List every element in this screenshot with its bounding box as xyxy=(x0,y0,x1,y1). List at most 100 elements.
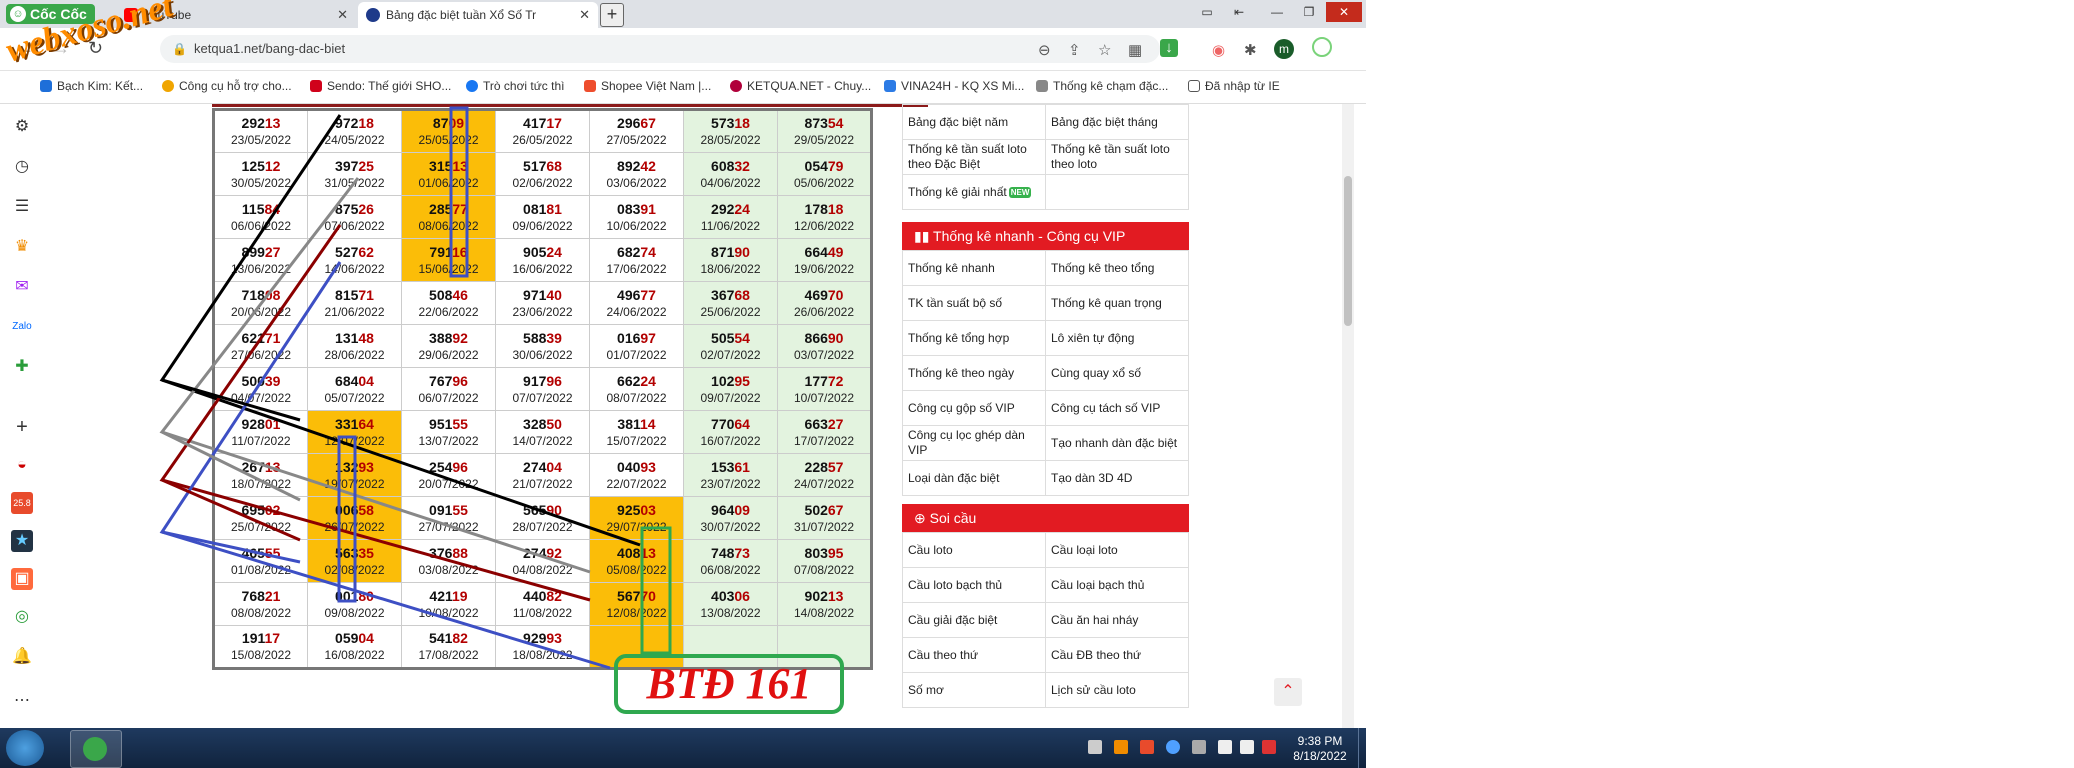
bookmark-item[interactable]: VINA24H - KQ XS Mi... xyxy=(884,79,1024,93)
close-tab-icon[interactable]: ✕ xyxy=(337,7,348,23)
tray-app-icon[interactable] xyxy=(1088,740,1102,754)
sidebar-link[interactable]: Số mơ xyxy=(902,672,1046,708)
show-desktop-button[interactable] xyxy=(1358,728,1366,768)
status-ring-icon[interactable] xyxy=(1312,37,1332,57)
maximize-button[interactable]: ❐ xyxy=(1294,2,1324,22)
prize-number: 87190 xyxy=(684,244,777,261)
bookmark-item[interactable]: Shopee Việt Nam |... xyxy=(584,79,711,93)
prize-tail: 55 xyxy=(452,415,468,432)
tray-app-icon[interactable] xyxy=(1262,740,1276,754)
sidebar-link[interactable]: Tạo dàn 3D 4D xyxy=(1045,460,1189,496)
taskbar-coccoc-app[interactable] xyxy=(70,730,122,768)
prize-head: 388 xyxy=(429,329,453,346)
page-scrollbar[interactable] xyxy=(1342,104,1354,728)
sidebar-link[interactable]: Thống kê theo ngày xyxy=(902,355,1046,391)
close-tab-icon[interactable]: ✕ xyxy=(579,7,590,23)
prize-head: 663 xyxy=(804,415,828,432)
tray-app-icon[interactable] xyxy=(1166,740,1180,754)
tab-bang-dac-biet[interactable]: Bảng đặc biệt tuần Xổ Số Tr ✕ xyxy=(358,2,598,28)
stats-link[interactable]: Bảng đặc biệt năm xyxy=(902,104,1046,140)
prize-date: 29/07/2022 xyxy=(606,519,667,534)
sidebar-link[interactable]: Cầu ăn hai nháy xyxy=(1045,602,1189,638)
chrome-icon[interactable]: ◉ xyxy=(1212,41,1225,59)
stats-link[interactable]: Bảng đặc biệt tháng xyxy=(1045,104,1189,140)
tray-app-icon[interactable] xyxy=(1192,740,1206,754)
sidebar-link[interactable]: Cầu theo thứ xyxy=(902,637,1046,673)
bookmark-folder[interactable]: Đã nhập từ IE xyxy=(1188,79,1280,93)
sidebar-link[interactable]: Thống kê nhanh xyxy=(902,250,1046,286)
sidebar-link[interactable]: TK tần suất bộ số xyxy=(902,285,1046,321)
sidebar-link[interactable]: Cầu loto xyxy=(902,532,1046,568)
history-icon[interactable]: ◷ xyxy=(11,156,33,178)
stats-link-first-prize[interactable]: Thống kê giải nhất NEW xyxy=(902,174,1046,210)
close-window-button[interactable]: ✕ xyxy=(1326,2,1362,22)
sidebar-link[interactable]: Công cụ lọc ghép dàn VIP xyxy=(902,425,1046,461)
add-icon[interactable]: + xyxy=(11,416,33,438)
game-app-icon[interactable]: ★ xyxy=(11,530,33,552)
game-controller-icon[interactable]: ✚ xyxy=(11,356,33,378)
sidebar-link[interactable]: Thống kê quan trọng xyxy=(1045,285,1189,321)
sidebar-link[interactable]: Công cụ tách số VIP xyxy=(1045,390,1189,426)
tray-app-icon[interactable] xyxy=(1114,740,1128,754)
url-field[interactable]: 🔒 ketqua1.net/bang-dac-biet xyxy=(160,35,1160,63)
bookmark-star-icon[interactable]: ☆ xyxy=(1098,41,1111,59)
shopping-badge-icon[interactable]: 25.8 xyxy=(11,492,33,514)
sidebar-link[interactable]: Lô xiên tự động xyxy=(1045,320,1189,356)
stats-link[interactable]: Thống kê tần suất loto theo Đặc Biệt xyxy=(902,139,1046,175)
volume-icon[interactable] xyxy=(1240,740,1254,754)
new-tab-button[interactable]: + xyxy=(600,3,624,27)
back-arrow-icon[interactable]: ⇤ xyxy=(1228,2,1250,22)
video-app-icon[interactable]: ▣ xyxy=(11,568,33,590)
bookmark-item[interactable]: Trò chơi tức thì xyxy=(466,79,564,93)
bookmark-item[interactable]: Bạch Kim: Kết... xyxy=(40,79,143,93)
coccoc-green-icon[interactable]: ◎ xyxy=(11,606,33,628)
sidebar-link[interactable]: Cầu loại bạch thủ xyxy=(1045,567,1189,603)
sidebar-link[interactable]: Tạo nhanh dàn đặc biệt xyxy=(1045,425,1189,461)
sidebar-link[interactable]: Công cụ gộp số VIP xyxy=(902,390,1046,426)
prize-date: 03/08/2022 xyxy=(418,562,479,577)
sidebar-link[interactable]: Cầu loto bạch thủ xyxy=(902,567,1046,603)
sidebar-link[interactable]: Loại dàn đặc biệt xyxy=(902,460,1046,496)
reading-list-icon[interactable]: ☰ xyxy=(11,196,33,218)
notification-bell-icon[interactable]: 🔔 xyxy=(11,646,33,668)
settings-gear-icon[interactable]: ⚙ xyxy=(11,116,33,138)
extensions-badge-icon[interactable]: ▦ xyxy=(1128,41,1142,59)
profile-avatar[interactable]: m xyxy=(1274,39,1294,59)
bookmark-item[interactable]: Sendo: Thế giới SHO... xyxy=(310,79,451,93)
sidebar-link[interactable]: Thống kê tổng hợp xyxy=(902,320,1046,356)
sidebar-link[interactable]: Cầu loại loto xyxy=(1045,532,1189,568)
prize-date: 14/08/2022 xyxy=(793,605,855,620)
download-icon[interactable]: ↓ xyxy=(1160,39,1178,57)
bookmark-item[interactable]: Công cụ hỗ trợ cho... xyxy=(162,79,292,93)
sidebar-link[interactable]: Thống kê theo tổng xyxy=(1045,250,1189,286)
start-button[interactable] xyxy=(6,730,44,766)
tray-app-icon[interactable] xyxy=(1140,740,1154,754)
stats-link[interactable]: Thống kê tần suất loto theo loto xyxy=(1045,139,1189,175)
screenshot-icon[interactable]: ▭ xyxy=(1196,2,1218,22)
prize-date: 31/07/2022 xyxy=(793,519,855,534)
zalo-icon[interactable]: Zalo xyxy=(11,316,33,338)
right-sidebar: Bảng đặc biệt năm Bảng đặc biệt tháng Th… xyxy=(902,104,1196,708)
minimize-button[interactable]: — xyxy=(1262,2,1292,22)
crown-icon[interactable]: ♛ xyxy=(11,236,33,258)
prize-number: 56590 xyxy=(496,502,589,519)
network-icon[interactable] xyxy=(1218,740,1232,754)
bookmark-item[interactable]: Thống kê chạm đặc... xyxy=(1036,79,1168,93)
sidebar-link[interactable]: Lịch sử cầu loto xyxy=(1045,672,1189,708)
scroll-to-top-button[interactable]: ⌃ xyxy=(1274,678,1302,706)
taskbar-clock[interactable]: 9:38 PM 8/18/2022 xyxy=(1290,734,1350,764)
share-icon[interactable]: ⇪ xyxy=(1068,41,1081,59)
prize-number: 40813 xyxy=(590,545,683,562)
zoom-icon[interactable]: ⊖ xyxy=(1038,41,1051,59)
puzzle-icon[interactable]: ✱ xyxy=(1244,41,1257,59)
bookmark-item[interactable]: KETQUA.NET - Chuy... xyxy=(730,79,871,93)
sidebar-link[interactable]: Cầu giải đặc biệt xyxy=(902,602,1046,638)
scrollbar-thumb[interactable] xyxy=(1344,176,1352,326)
sidebar-app-icon[interactable]: ◒ xyxy=(11,454,33,476)
sidebar-link[interactable]: Cầu ĐB theo thứ xyxy=(1045,637,1189,673)
grid-row: 29213 23/05/2022 97218 24/05/2022 8709 25/05/… xyxy=(213,109,872,153)
more-options-icon[interactable]: ⋯ xyxy=(11,690,33,712)
sidebar-link[interactable]: Cùng quay xổ số xyxy=(1045,355,1189,391)
prize-date: 14/06/2022 xyxy=(324,261,385,276)
messenger-icon[interactable]: ✉ xyxy=(11,276,33,298)
